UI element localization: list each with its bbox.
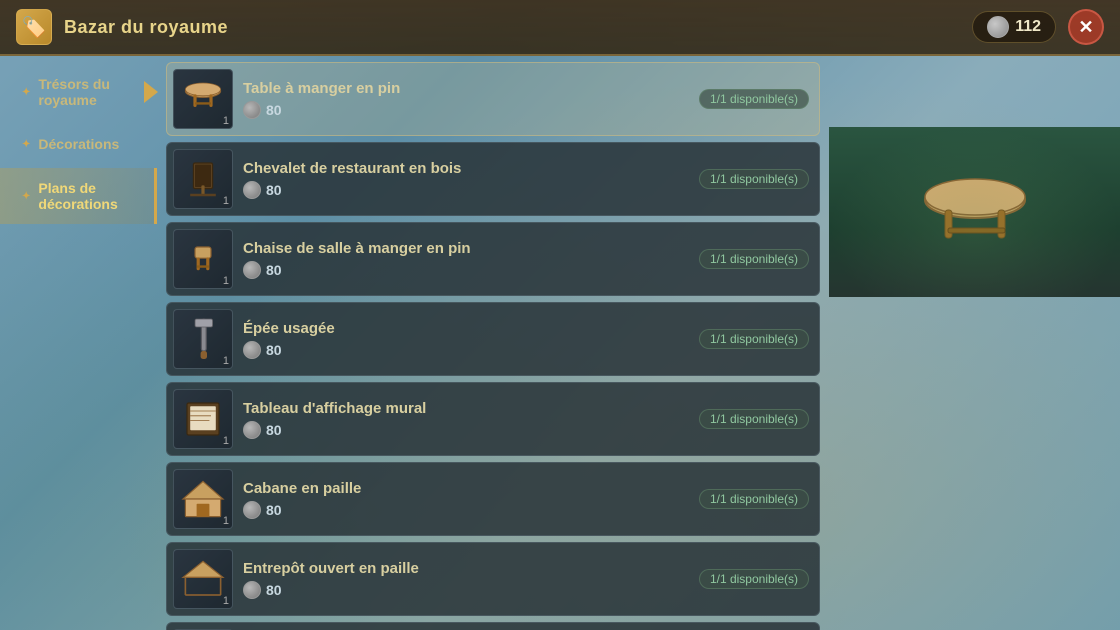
list-item[interactable]: 1 Épée usagée 80 1/1 disponible(s) bbox=[166, 302, 820, 376]
item-price: 80 bbox=[243, 181, 699, 199]
price-value: 80 bbox=[266, 262, 282, 278]
item-count: 1 bbox=[223, 515, 229, 527]
item-info: Chaise de salle à manger en pin 80 bbox=[243, 240, 699, 279]
item-thumbnail: 1 bbox=[173, 309, 233, 369]
price-icon bbox=[243, 341, 261, 359]
sidebar-item-tresors[interactable]: ✦ Trésors du royaume bbox=[0, 64, 157, 120]
list-item[interactable]: 1 Chaise de salle à manger en pin 80 1/1… bbox=[166, 222, 820, 296]
item-price: 80 bbox=[243, 501, 699, 519]
shop-title: Bazar du royaume bbox=[64, 17, 972, 38]
item-thumbnail: 1 bbox=[173, 69, 233, 129]
main-container: 🏷️ Bazar du royaume 112 ✕ ✦ Trésors du r… bbox=[0, 0, 1120, 630]
item-info: Entrepôt ouvert en paille 80 bbox=[243, 560, 699, 599]
price-value: 80 bbox=[266, 342, 282, 358]
item-count: 1 bbox=[223, 115, 229, 127]
item-name: Cabane en paille bbox=[243, 480, 699, 497]
price-icon bbox=[243, 181, 261, 199]
price-value: 80 bbox=[266, 502, 282, 518]
item-name: Chaise de salle à manger en pin bbox=[243, 240, 699, 257]
item-preview-image bbox=[915, 172, 1035, 252]
item-info: Chevalet de restaurant en bois 80 bbox=[243, 160, 699, 199]
currency-icon bbox=[987, 16, 1009, 38]
item-price: 80 bbox=[243, 261, 699, 279]
list-item[interactable]: 1 Chevalet de restaurant en bois 80 1/1 … bbox=[166, 142, 820, 216]
list-item[interactable]: 1 Table à manger en pin 80 1/1 disponibl… bbox=[166, 62, 820, 136]
price-value: 80 bbox=[266, 582, 282, 598]
list-item[interactable]: 1 Cabane en paille 80 1/1 disponible(s) bbox=[166, 462, 820, 536]
price-icon bbox=[243, 421, 261, 439]
item-count: 1 bbox=[223, 595, 229, 607]
price-icon bbox=[243, 261, 261, 279]
list-item[interactable]: 1 Tableau d'affichage mural 80 1/1 dispo… bbox=[166, 382, 820, 456]
item-name: Table à manger en pin bbox=[243, 80, 699, 97]
item-availability: 1/1 disponible(s) bbox=[699, 569, 809, 589]
item-info: Cabane en paille 80 bbox=[243, 480, 699, 519]
item-availability: 1/1 disponible(s) bbox=[699, 169, 809, 189]
price-icon bbox=[243, 101, 261, 119]
currency-display: 112 bbox=[972, 11, 1056, 43]
sidebar-arrow bbox=[144, 81, 158, 103]
price-icon bbox=[243, 501, 261, 519]
item-info: Épée usagée 80 bbox=[243, 320, 699, 359]
item-availability: 1/1 disponible(s) bbox=[699, 249, 809, 269]
item-price: 80 bbox=[243, 581, 699, 599]
item-name: Épée usagée bbox=[243, 320, 699, 337]
item-thumbnail: 1 bbox=[173, 549, 233, 609]
item-price: 80 bbox=[243, 421, 699, 439]
item-count: 1 bbox=[223, 195, 229, 207]
item-thumbnail: 1 bbox=[173, 469, 233, 529]
price-value: 80 bbox=[266, 422, 282, 438]
item-thumbnail: 1 bbox=[173, 389, 233, 449]
item-price: 80 bbox=[243, 101, 699, 119]
list-item[interactable]: 1 Entrepôt ouvert en paille 80 1/1 dispo… bbox=[166, 542, 820, 616]
diamond-icon-3: ✦ bbox=[22, 191, 30, 202]
item-name: Chevalet de restaurant en bois bbox=[243, 160, 699, 177]
shop-icon: 🏷️ bbox=[16, 9, 52, 45]
item-info: Tableau d'affichage mural 80 bbox=[243, 400, 699, 439]
item-info: Table à manger en pin 80 bbox=[243, 80, 699, 119]
item-thumbnail: 1 bbox=[173, 149, 233, 209]
item-thumbnail: 1 bbox=[173, 229, 233, 289]
item-name: Tableau d'affichage mural bbox=[243, 400, 699, 417]
sidebar-item-decorations[interactable]: ✦ Décorations bbox=[0, 124, 157, 164]
item-count: 1 bbox=[223, 435, 229, 447]
item-availability: 1/1 disponible(s) bbox=[699, 329, 809, 349]
close-button[interactable]: ✕ bbox=[1068, 9, 1104, 45]
item-availability: 1/1 disponible(s) bbox=[699, 489, 809, 509]
item-list: 1 Table à manger en pin 80 1/1 disponibl… bbox=[158, 56, 828, 630]
item-availability: 1/1 disponible(s) bbox=[699, 409, 809, 429]
detail-image-area bbox=[829, 127, 1120, 297]
item-price: 80 bbox=[243, 341, 699, 359]
price-icon bbox=[243, 581, 261, 599]
list-item[interactable]: 1 Maison en paille 80 1/1 disponible(s) bbox=[166, 622, 820, 630]
item-count: 1 bbox=[223, 355, 229, 367]
item-availability: 1/1 disponible(s) bbox=[699, 89, 809, 109]
currency-amount: 112 bbox=[1015, 18, 1041, 36]
price-value: 80 bbox=[266, 102, 282, 118]
item-name: Entrepôt ouvert en paille bbox=[243, 560, 699, 577]
item-count: 1 bbox=[223, 275, 229, 287]
sidebar-item-plans[interactable]: ✦ Plans de décorations bbox=[0, 168, 157, 224]
diamond-icon-2: ✦ bbox=[22, 139, 30, 150]
diamond-icon: ✦ bbox=[22, 87, 30, 98]
header: 🏷️ Bazar du royaume 112 ✕ bbox=[0, 0, 1120, 56]
price-value: 80 bbox=[266, 182, 282, 198]
